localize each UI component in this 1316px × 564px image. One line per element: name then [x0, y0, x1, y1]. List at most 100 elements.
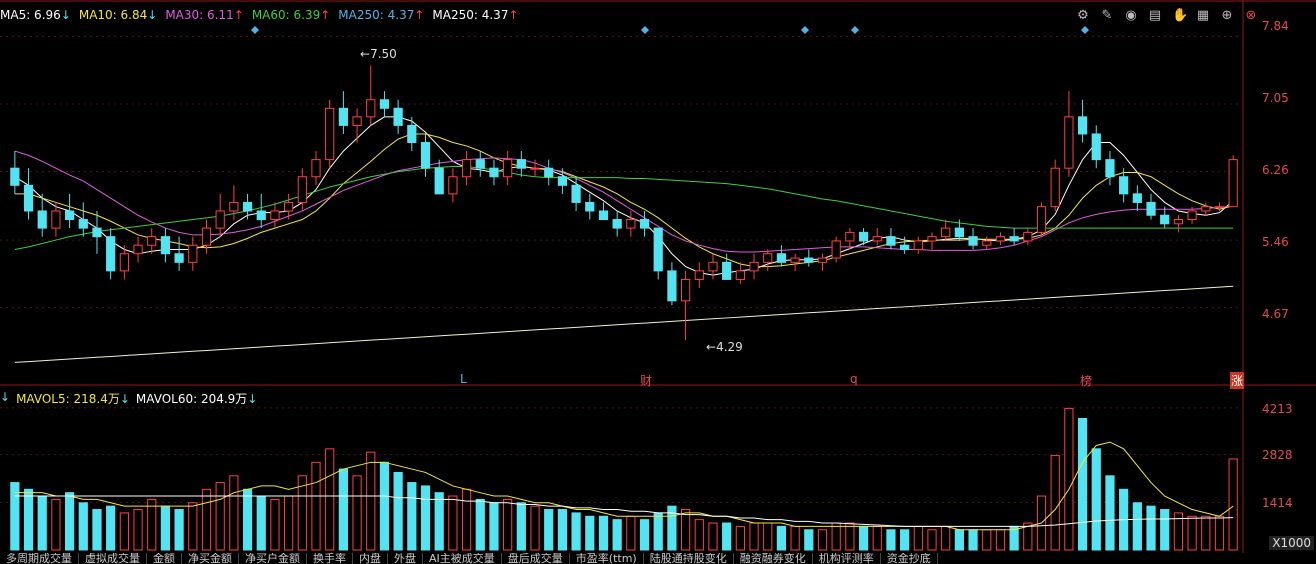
- zoom-in-icon[interactable]: ⊕: [1220, 8, 1234, 23]
- volume-bar-72: [995, 529, 1006, 551]
- candle-body-13: [188, 244, 198, 263]
- volume-bar-39: [544, 509, 554, 551]
- chart-toolbar: ⚙ ✎ ◉ ▤ ✋ ▦ ⊕ ⊗: [1076, 8, 1258, 23]
- volume-bar-60: [831, 522, 841, 551]
- volume-bar-56: [776, 525, 787, 551]
- close-icon[interactable]: ⊗: [1244, 8, 1258, 23]
- event-marker-zhang[interactable]: 涨: [1230, 372, 1245, 389]
- candle-body-89: [1228, 159, 1238, 208]
- candle-body-80: [1105, 159, 1115, 178]
- indicator-tab-2[interactable]: 金额: [147, 553, 182, 564]
- volume-bar-27: [379, 461, 390, 551]
- candle-body-35: [489, 167, 499, 178]
- candle-body-51: [708, 261, 718, 272]
- candle-body-74: [1023, 231, 1033, 242]
- event-diamond-0: [251, 26, 259, 34]
- volume-bar-89: [1228, 458, 1238, 551]
- volume-bar-86: [1187, 515, 1197, 551]
- candle-body-12: [174, 253, 184, 263]
- event-marker-cai[interactable]: 财: [640, 372, 652, 389]
- volume-bar-40: [557, 509, 568, 551]
- indicator-tab-10[interactable]: 市盈率(ttm): [570, 553, 644, 564]
- candle-body-2: [37, 210, 47, 229]
- volume-bar-65: [900, 529, 910, 551]
- candle-body-11: [160, 236, 171, 255]
- line-ma30: [14, 150, 1234, 253]
- candle-body-52: [722, 261, 732, 280]
- indicator-tab-4[interactable]: 净买户金额: [239, 553, 307, 564]
- printer-icon[interactable]: ▤: [1148, 8, 1162, 23]
- calendar-icon[interactable]: ▦: [1196, 8, 1210, 23]
- volume-bar-67: [927, 529, 937, 551]
- candle-body-62: [858, 231, 869, 242]
- indicator-tab-1[interactable]: 虚拟成交量: [79, 553, 147, 564]
- legend-ma250-blue: MA250: 4.37↑: [338, 8, 425, 22]
- volume-bar-11: [160, 505, 171, 551]
- legend-arrow-icon: ↓: [0, 390, 11, 404]
- volume-bar-55: [763, 522, 773, 551]
- candle-body-63: [872, 236, 882, 242]
- volume-bar-45: [626, 515, 636, 551]
- indicator-tab-11[interactable]: 陆股通持股变化: [644, 553, 734, 564]
- candle-body-43: [598, 210, 609, 221]
- candle-body-42: [585, 201, 595, 212]
- hand-icon[interactable]: ✋: [1172, 8, 1188, 23]
- candle-body-81: [1119, 176, 1129, 195]
- candle-body-38: [530, 167, 540, 170]
- candle-body-14: [201, 227, 212, 246]
- indicator-tab-5[interactable]: 换手率: [307, 553, 353, 564]
- indicator-tab-7[interactable]: 外盘: [388, 553, 423, 564]
- volume-bar-33: [461, 488, 472, 551]
- volume-bar-5: [78, 502, 88, 551]
- candle-body-79: [1091, 133, 1101, 161]
- event-marker-q[interactable]: q: [850, 372, 858, 386]
- indicator-tab-0[interactable]: 多周期成交量: [0, 553, 79, 564]
- volume-bar-4: [64, 492, 75, 551]
- indicator-tab-9[interactable]: 盘后成交量: [502, 553, 570, 564]
- chart-canvas[interactable]: [0, 0, 1316, 564]
- high-annotation: ←7.50: [360, 47, 397, 61]
- candle-body-24: [338, 107, 348, 126]
- candle-body-30: [420, 142, 431, 169]
- event-marker-l[interactable]: L: [460, 372, 467, 386]
- indicator-tab-13[interactable]: 机构评测率: [813, 553, 881, 564]
- volume-bar-88: [1214, 515, 1225, 551]
- candle-body-21: [297, 176, 307, 203]
- volume-bar-58: [804, 529, 814, 551]
- volume-bar-28: [393, 471, 403, 551]
- indicator-tab-6[interactable]: 内盘: [353, 553, 388, 564]
- event-diamond-2: [801, 26, 809, 34]
- event-marker-bang[interactable]: 榜: [1080, 372, 1092, 389]
- volume-bar-80: [1105, 475, 1115, 551]
- volume-bar-18: [256, 495, 266, 551]
- legend-ma250-white: MA250: 4.37↑: [432, 8, 519, 22]
- candle-body-10: [147, 236, 157, 246]
- indicator-tab-3[interactable]: 净买金额: [182, 553, 239, 564]
- kline-chart[interactable]: MA5: 6.96↓ MA10: 6.84↓ MA30: 6.11↑ MA60:…: [0, 0, 1316, 564]
- candle-body-86: [1187, 210, 1197, 221]
- legend-ma60: MA60: 6.39↑: [251, 8, 331, 22]
- candle-body-33: [461, 159, 472, 178]
- legend-mavol5: MAVOL5: 218.4万↓: [16, 392, 130, 406]
- candle-body-44: [612, 219, 622, 229]
- volume-bar-84: [1160, 509, 1170, 551]
- volume-tick-0: 4213: [1262, 402, 1293, 416]
- candle-body-61: [845, 231, 855, 242]
- eye-icon[interactable]: ◉: [1124, 8, 1138, 23]
- candle-body-8: [119, 253, 129, 272]
- volume-bar-49: [680, 509, 691, 551]
- candle-body-27: [379, 99, 390, 109]
- indicator-tab-bar: 多周期成交量 虚拟成交量 金额 净买金额 净买户金额 换手率 内盘 外盘 AI主被成交量 盘后成交…: [0, 553, 1316, 564]
- candle-body-32: [448, 176, 458, 195]
- indicator-tab-14[interactable]: 资金抄底: [881, 553, 938, 564]
- candle-body-29: [407, 124, 417, 144]
- volume-tick-1: 2828: [1262, 448, 1293, 462]
- volume-bar-42: [585, 515, 595, 551]
- indicator-tab-12[interactable]: 融资融券变化: [734, 553, 813, 564]
- volume-bar-16: [229, 475, 239, 551]
- gear-icon[interactable]: ⚙: [1076, 8, 1090, 23]
- candle-body-7: [106, 236, 116, 272]
- candle-body-65: [900, 244, 910, 250]
- pen-icon[interactable]: ✎: [1100, 8, 1114, 23]
- indicator-tab-8[interactable]: AI主被成交量: [423, 553, 502, 564]
